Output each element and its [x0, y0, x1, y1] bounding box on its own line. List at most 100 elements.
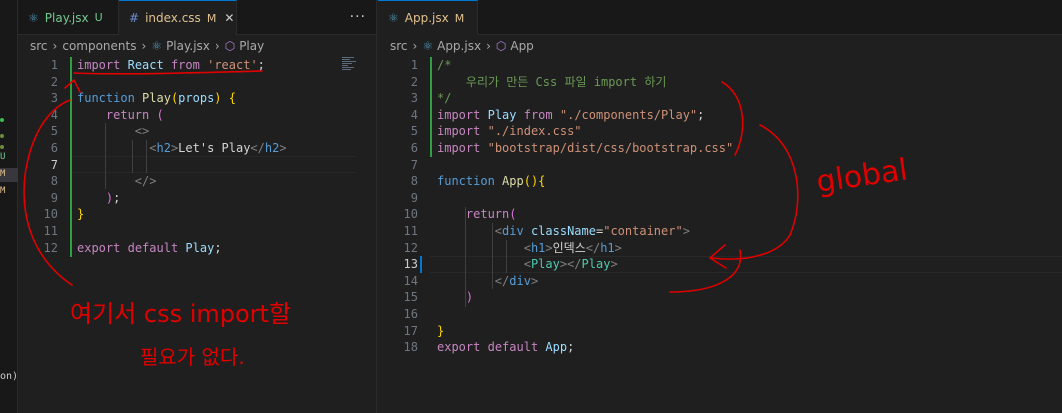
code-token: import	[437, 141, 481, 155]
code-token: )	[465, 290, 474, 305]
line-number: 5	[50, 124, 58, 139]
explorer-status-modified: M	[0, 169, 6, 179]
code-token: h2	[156, 141, 171, 155]
code-token: return	[105, 107, 150, 122]
code-token: }	[437, 323, 445, 338]
code-token: >	[610, 257, 618, 272]
code-token: ;	[113, 190, 121, 205]
code-token: >	[682, 224, 690, 238]
tab-index-css[interactable]: # index.css M ✕	[119, 0, 237, 35]
line-number: 15	[403, 290, 418, 305]
code-token: div	[509, 273, 531, 288]
activity-bar: U M M on)	[0, 0, 18, 413]
code-token: 인덱스	[552, 240, 586, 255]
line-number: 3	[50, 91, 58, 106]
code-token: Play	[487, 107, 517, 122]
code-token: Play	[581, 257, 611, 272]
chevron-right-icon: ›	[486, 39, 491, 53]
code-token: ;	[214, 240, 222, 255]
line-number: 3	[410, 91, 418, 106]
code-token: "./components/Play"	[559, 107, 698, 122]
code-token: App	[545, 340, 568, 355]
code-token: Play	[530, 257, 560, 272]
code-token: }	[77, 207, 85, 222]
code-token: div	[502, 224, 524, 238]
tab-play-jsx[interactable]: ⚛ Play.jsx U	[18, 0, 119, 35]
code-token: ;	[567, 340, 575, 355]
line-number: 8	[410, 174, 418, 189]
explorer-status-untracked: U	[0, 152, 6, 162]
code-token: return	[465, 207, 510, 222]
line-number: 2	[410, 74, 418, 89]
tab-bar-left: ⚛ Play.jsx U # index.css M ✕ ···	[18, 0, 376, 35]
more-actions-icon[interactable]: ···	[350, 9, 366, 25]
code-editor-left[interactable]: 1 import React from 'react'; 2 3 function …	[18, 57, 376, 413]
line-number: 11	[403, 224, 418, 238]
explorer-dot-green	[0, 145, 4, 149]
component-symbol-icon: ⬡	[495, 39, 507, 53]
line-number: 5	[410, 124, 418, 139]
line-number: 11	[43, 224, 58, 238]
breadcrumb-item[interactable]: src	[30, 39, 48, 53]
css-file-icon: #	[129, 11, 140, 25]
line-number: 10	[403, 207, 418, 222]
code-token: 'react'	[207, 58, 258, 72]
code-token: default	[127, 240, 179, 255]
close-icon[interactable]: ✕	[224, 11, 234, 25]
code-editor-right[interactable]: 1 /* 2 우리가 만든 Css 파일 import 하기 3 */ 4 impor…	[378, 57, 1062, 413]
line-number: 16	[403, 307, 418, 321]
react-file-icon: ⚛	[28, 10, 39, 25]
code-token: (){	[523, 174, 546, 189]
chevron-right-icon: ›	[214, 39, 220, 53]
breadcrumb-item[interactable]: App.jsx	[437, 39, 481, 53]
code-token: function	[77, 91, 135, 106]
code-token: className	[530, 224, 596, 238]
line-number: 7	[50, 157, 58, 172]
tab-git-status: M	[206, 11, 217, 25]
code-token: ;	[697, 107, 705, 122]
line-number: 4	[50, 107, 58, 122]
line-number: 9	[410, 190, 418, 205]
code-token: from	[523, 107, 553, 122]
code-token: props	[178, 91, 215, 106]
line-number: 2	[50, 74, 58, 89]
breadcrumb-item[interactable]: components	[62, 39, 136, 53]
line-number: 17	[403, 323, 418, 338]
code-token: >	[530, 273, 539, 288]
line-number: 13	[403, 257, 418, 272]
chevron-right-icon: ›	[141, 39, 147, 53]
breadcrumb-item[interactable]: Play	[239, 39, 264, 53]
line-number: 14	[403, 273, 418, 288]
tab-app-jsx[interactable]: ⚛ App.jsx M	[378, 0, 478, 35]
tab-label: index.css	[145, 11, 201, 25]
code-token: </>	[134, 174, 157, 189]
breadcrumb-item[interactable]: src	[390, 39, 408, 53]
code-token: function	[437, 174, 495, 189]
react-file-icon: ⚛	[388, 11, 399, 25]
component-symbol-icon: ⬡	[224, 39, 236, 53]
tab-git-status: M	[454, 11, 465, 25]
code-token: h1	[600, 240, 615, 255]
tab-git-status: U	[94, 11, 103, 24]
code-token: from	[170, 58, 200, 72]
line-number: 7	[410, 157, 418, 172]
line-number: 6	[410, 141, 418, 155]
line-number: 4	[410, 107, 418, 122]
breadcrumb-item[interactable]: Play.jsx	[166, 39, 210, 53]
code-token: Let's Play	[178, 141, 251, 155]
code-token: <	[523, 240, 531, 255]
code-token: Play	[185, 240, 215, 255]
code-token: (	[509, 207, 517, 222]
code-token: h1	[530, 240, 546, 255]
explorer-dot-green	[0, 134, 4, 138]
code-token: <	[523, 257, 531, 272]
line-number: 12	[43, 240, 58, 255]
code-token: default	[487, 340, 539, 355]
code-token: React	[127, 58, 164, 72]
code-token: Play	[142, 91, 171, 106]
chevron-right-icon: ›	[52, 39, 58, 53]
editor-pane-left: ⚛ Play.jsx U # index.css M ✕ ··· src › c…	[18, 0, 377, 413]
explorer-dot-green	[0, 118, 4, 122]
tab-label: Play.jsx	[44, 10, 89, 25]
breadcrumb-item[interactable]: App	[510, 39, 533, 53]
